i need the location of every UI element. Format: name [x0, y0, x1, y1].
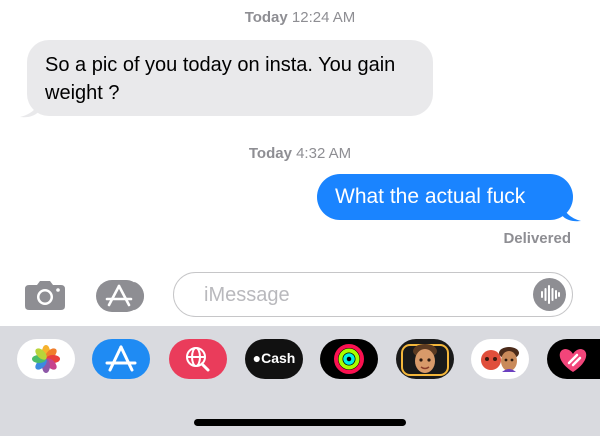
- timestamp-2-time: 4:32 AM: [296, 145, 352, 162]
- delivery-status: Delivered: [503, 230, 571, 247]
- images-search-app-button[interactable]: [169, 339, 227, 379]
- apple-cash-label: Cash: [261, 350, 296, 366]
- timestamp-2-day: Today: [248, 145, 292, 162]
- app-drawer: ●Cash: [0, 326, 600, 436]
- globe-search-icon: [186, 347, 210, 372]
- home-indicator[interactable]: [194, 419, 406, 426]
- memoji-face-icon: [401, 344, 449, 376]
- outgoing-message-text: What the actual fuck: [335, 185, 526, 208]
- activity-app-button[interactable]: [320, 339, 378, 379]
- timestamp-1-time: 12:24 AM: [291, 9, 356, 26]
- message-input[interactable]: iMessage: [173, 272, 573, 317]
- timestamp-2: Today 4:32 AM: [0, 145, 600, 162]
- heart-touch-icon: [559, 349, 587, 372]
- audio-waveform-icon: [541, 285, 560, 304]
- photos-icon: [32, 345, 60, 373]
- memoji-stickers-app-button[interactable]: [471, 339, 529, 379]
- app-store-app-button[interactable]: [92, 339, 150, 379]
- photos-app-button[interactable]: [17, 339, 75, 379]
- timestamp-1: Today 12:24 AM: [0, 9, 600, 26]
- app-store-icon[interactable]: [96, 280, 150, 312]
- stickers-faces-icon: [481, 347, 519, 372]
- message-input-placeholder: iMessage: [204, 284, 290, 306]
- outgoing-message-bubble[interactable]: What the actual fuck: [317, 174, 573, 220]
- memoji-app-button[interactable]: [396, 339, 454, 379]
- audio-message-button[interactable]: [533, 278, 566, 311]
- timestamp-1-day: Today: [244, 9, 288, 26]
- digital-touch-app-button[interactable]: [547, 339, 600, 379]
- apple-logo-icon: ●: [252, 350, 262, 366]
- incoming-message-bubble[interactable]: So a pic of you today on insta. You gain…: [27, 40, 433, 116]
- apple-cash-app-button[interactable]: ●Cash: [245, 339, 303, 379]
- camera-icon[interactable]: [25, 279, 65, 310]
- incoming-message-text: So a pic of you today on insta. You gain…: [45, 54, 396, 104]
- app-store-glyph-icon: [105, 345, 137, 372]
- activity-rings-icon: [334, 344, 364, 374]
